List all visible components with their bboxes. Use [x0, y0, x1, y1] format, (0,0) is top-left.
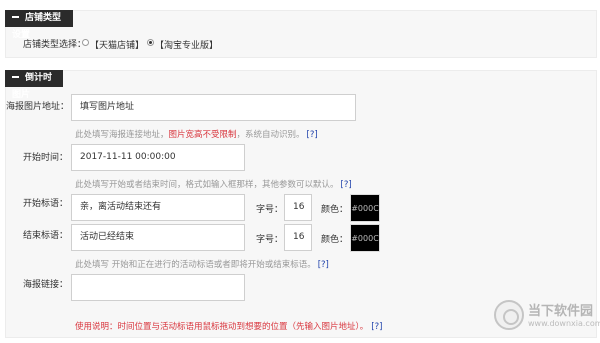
poster-link-input[interactable] — [71, 274, 245, 301]
start-color-picker[interactable]: #000C — [350, 194, 380, 222]
end-title-label: 结束标语： — [22, 231, 68, 241]
logo-icon — [494, 300, 524, 330]
countdown-panel-header[interactable]: 倒计时图片 — [5, 70, 63, 100]
poster-url-label: 海报图片地址： — [6, 102, 70, 112]
start-color-label: 颜色： — [321, 205, 349, 215]
end-font-size-input[interactable]: 16 — [284, 224, 312, 251]
help-link[interactable]: [?] — [318, 260, 329, 270]
start-font-size-input[interactable]: 16 — [284, 194, 312, 221]
collapse-icon[interactable] — [12, 75, 19, 78]
store-type-panel-header[interactable]: 店铺类型设置 — [5, 10, 73, 40]
start-title-label: 开始标语： — [22, 199, 68, 209]
collapse-icon[interactable] — [12, 15, 19, 18]
radio-taobao-pro[interactable] — [147, 39, 154, 46]
store-type-panel-title: 店铺类型设置 — [12, 13, 62, 40]
usage-note: 使用说明：时间位置与活动标语用鼠标拖动到想要的位置（先输入图片地址）。 [?] — [75, 322, 383, 332]
watermark-logo: 当下软件园 www.downxia.com — [494, 294, 600, 338]
poster-url-input[interactable]: 填写图片地址 — [71, 94, 356, 121]
poster-link-label: 海报链接： — [22, 280, 68, 290]
radio-tmall[interactable] — [82, 39, 89, 46]
store-type-panel: 店铺类型设置 店铺类型选择： 【天猫店铺】 【淘宝专业版】 — [5, 10, 597, 58]
start-time-label: 开始时间： — [22, 153, 68, 163]
start-time-hint: 此处填写开始或者结束时间，格式如输入框那样，其他参数可以默认。 [?] — [75, 180, 352, 190]
radio-taobao-pro-label[interactable]: 【淘宝专业版】 — [155, 38, 218, 51]
help-link[interactable]: [?] — [341, 180, 352, 190]
end-color-picker[interactable]: #000C — [350, 224, 380, 252]
store-type-label: 店铺类型选择： — [23, 40, 87, 50]
watermark-url: www.downxia.com — [528, 319, 600, 328]
end-title-input[interactable]: 活动已经结束 — [71, 224, 245, 251]
end-color-label: 颜色： — [321, 235, 349, 245]
help-link[interactable]: [?] — [307, 130, 318, 140]
poster-url-hint: 此处填写海报连接地址，图片宽高不受限制，系统自动识别。 [?] — [75, 130, 318, 140]
radio-tmall-label[interactable]: 【天猫店铺】 — [90, 38, 144, 51]
start-font-size-label: 字号： — [256, 205, 284, 215]
title-hint: 此处填写 开始和正在进行的活动标语或者即将开始或结束标语。 [?] — [75, 260, 329, 270]
watermark-name: 当下软件园 — [528, 304, 594, 319]
start-title-input[interactable]: 亲，离活动结束还有 — [71, 194, 245, 221]
help-link[interactable]: [?] — [371, 322, 382, 332]
start-time-input[interactable]: 2017-11-11 00:00:00 — [71, 144, 245, 171]
end-font-size-label: 字号： — [256, 235, 284, 245]
